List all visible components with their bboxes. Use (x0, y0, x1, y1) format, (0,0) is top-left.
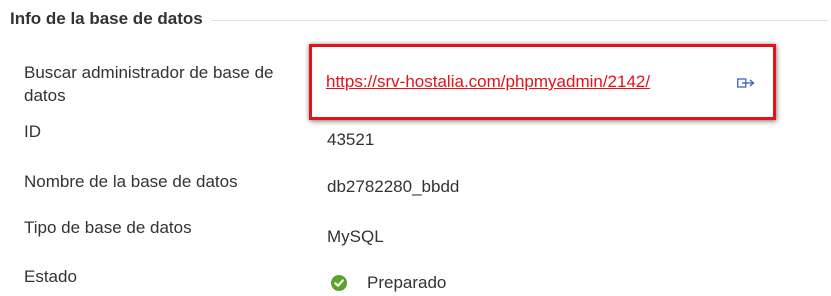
database-info-panel: Info de la base de datos Buscar administ… (0, 0, 831, 296)
section-title: Info de la base de datos (10, 9, 203, 28)
admin-label: Buscar administrador de base de datos (24, 63, 274, 105)
phpmyadmin-link[interactable]: https://srv-hostalia.com/phpmyadmin/2142… (326, 70, 650, 93)
external-link-icon[interactable] (737, 77, 755, 89)
name-label: Nombre de la base de datos (24, 172, 238, 191)
status-value: Preparado (367, 273, 447, 292)
id-value: 43521 (327, 130, 375, 149)
section-header: Info de la base de datos (10, 6, 828, 32)
type-label: Tipo de base de datos (24, 218, 192, 237)
status-label: Estado (24, 267, 77, 286)
id-label: ID (24, 122, 41, 141)
type-value: MySQL (327, 227, 384, 246)
name-value: db2782280_bbdd (327, 177, 460, 196)
section-divider (210, 19, 828, 21)
check-circle-icon (331, 275, 347, 291)
